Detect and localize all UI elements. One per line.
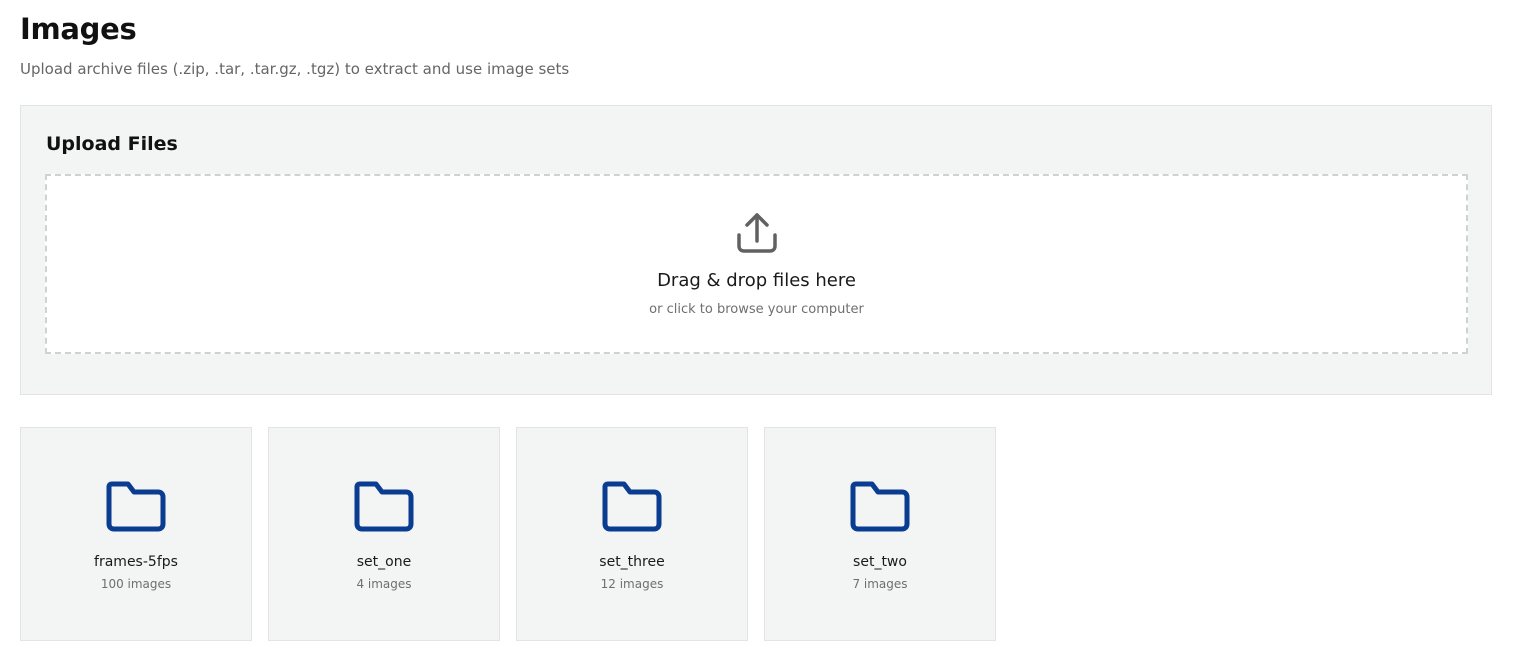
folder-image-count: 7 images xyxy=(852,577,908,591)
folder-icon xyxy=(602,481,662,532)
folder-name: set_one xyxy=(356,554,412,570)
dropzone-main-text: Drag & drop files here xyxy=(657,270,856,291)
folder-card-set-two[interactable]: set_two 7 images xyxy=(764,427,996,641)
folder-name: frames-5fps xyxy=(94,554,178,570)
folder-image-count: 4 images xyxy=(356,577,412,591)
folder-image-count: 12 images xyxy=(600,577,664,591)
folder-card-frames-5fps[interactable]: frames-5fps 100 images xyxy=(20,427,252,641)
images-page: Images Upload archive files (.zip, .tar,… xyxy=(0,0,1514,666)
folder-card-set-one[interactable]: set_one 4 images xyxy=(268,427,500,641)
folder-icon xyxy=(106,481,166,532)
upload-files-title: Upload Files xyxy=(46,133,178,155)
folder-card-set-three[interactable]: set_three 12 images xyxy=(516,427,748,641)
folder-image-count: 100 images xyxy=(100,577,172,591)
folder-name: set_three xyxy=(599,554,665,570)
upload-icon xyxy=(736,213,777,253)
folder-name: set_two xyxy=(853,554,907,570)
folder-icon xyxy=(354,481,414,532)
folder-icon xyxy=(850,481,910,532)
upload-files-panel: Upload Files Drag & drop files here or c… xyxy=(20,105,1492,395)
page-subtitle: Upload archive files (.zip, .tar, .tar.g… xyxy=(20,60,570,78)
dropzone-helper-text: or click to browse your computer xyxy=(649,302,864,317)
file-dropzone[interactable]: Drag & drop files here or click to brows… xyxy=(45,174,1468,354)
page-title: Images xyxy=(20,12,137,46)
